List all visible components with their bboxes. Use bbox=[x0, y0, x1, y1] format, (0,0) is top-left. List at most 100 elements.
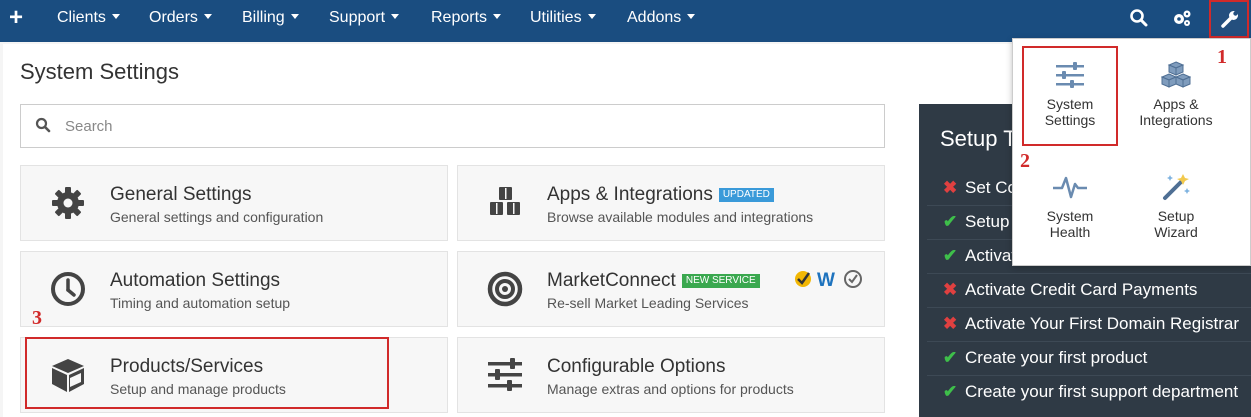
chevron-down-icon bbox=[391, 14, 400, 20]
task-label: Setup bbox=[965, 212, 1010, 231]
setup-task-item[interactable]: ✔ Activat bbox=[943, 246, 1016, 266]
nav-support-label: Support bbox=[329, 9, 386, 26]
highlight-box-system-settings bbox=[1022, 46, 1118, 146]
wrench-icon bbox=[1221, 11, 1238, 28]
search-field[interactable] bbox=[20, 104, 885, 148]
tile-marketconnect[interactable]: MarketConnect NEW SERVICE Re-sell Market … bbox=[457, 251, 885, 327]
nav-clients-label: Clients bbox=[57, 9, 106, 26]
tile-title: Apps & Integrations bbox=[547, 184, 713, 205]
gears-icon[interactable] bbox=[1172, 8, 1192, 28]
tile-title-row: Apps & Integrations UPDATED bbox=[547, 184, 774, 206]
tile-description: Manage extras and options for products bbox=[547, 381, 794, 397]
tile-description: Re-sell Market Leading Services bbox=[547, 295, 749, 311]
cubes-icon bbox=[490, 187, 520, 215]
divider bbox=[927, 307, 1251, 308]
gear-icon bbox=[52, 187, 84, 219]
chevron-down-icon bbox=[290, 14, 299, 20]
cross-icon: ✖ bbox=[943, 280, 958, 299]
setup-task-item[interactable]: ✖ Activate Credit Card Payments bbox=[943, 280, 1197, 300]
updated-badge: UPDATED bbox=[718, 187, 774, 202]
tile-configurable-options[interactable]: Configurable Options Manage extras and o… bbox=[457, 337, 885, 413]
divider bbox=[927, 273, 1251, 274]
check-icon: ✔ bbox=[943, 212, 958, 231]
task-label: Create your first product bbox=[965, 348, 1148, 367]
nav-billing-menu[interactable]: Billing bbox=[242, 0, 299, 36]
tile-description: Browse available modules and integration… bbox=[547, 209, 814, 225]
sliders-icon bbox=[488, 358, 522, 391]
tile-title: Automation Settings bbox=[110, 270, 281, 291]
tile-automation-settings[interactable]: Automation Settings Timing and automatio… bbox=[20, 251, 448, 327]
setup-task-item[interactable]: ✔ Create your first support department bbox=[943, 382, 1238, 402]
nav-reports-label: Reports bbox=[431, 9, 488, 26]
setup-panel-title: Setup T bbox=[940, 126, 1017, 151]
pulse-icon bbox=[1053, 176, 1087, 199]
task-label: Set Co bbox=[965, 178, 1017, 197]
dropdown-item-line2: Wizard bbox=[1154, 224, 1198, 240]
cross-icon: ✖ bbox=[943, 314, 958, 333]
chevron-down-icon bbox=[687, 14, 696, 20]
annotation-number-2: 2 bbox=[1020, 150, 1030, 172]
tile-title-row: MarketConnect NEW SERVICE bbox=[547, 270, 760, 292]
dropdown-item-system-health[interactable]: System Health bbox=[1020, 173, 1120, 240]
nav-addons-label: Addons bbox=[627, 9, 682, 26]
search-input[interactable] bbox=[65, 115, 845, 137]
task-label: Activate Credit Card Payments bbox=[965, 280, 1198, 299]
setup-task-item[interactable]: ✖ Activate Your First Domain Registrar bbox=[943, 314, 1239, 334]
check-icon: ✔ bbox=[943, 348, 958, 367]
task-label: Create your first support department bbox=[965, 382, 1239, 401]
nav-utilities-menu[interactable]: Utilities bbox=[530, 0, 596, 36]
page-title: System Settings bbox=[20, 59, 179, 84]
dropdown-item-line1: System bbox=[1046, 208, 1094, 224]
highlight-box-products bbox=[25, 337, 389, 409]
dropdown-item-line1: Apps & bbox=[1153, 96, 1199, 112]
nav-billing-label: Billing bbox=[242, 9, 285, 26]
dropdown-item-line2: Integrations bbox=[1139, 112, 1213, 128]
annotation-number-3: 3 bbox=[32, 307, 42, 329]
chevron-down-icon bbox=[203, 14, 212, 20]
magic-wand-icon bbox=[1163, 174, 1190, 200]
search-icon[interactable] bbox=[1129, 8, 1149, 28]
task-label: Activat bbox=[965, 246, 1017, 265]
tile-title: MarketConnect bbox=[547, 270, 676, 291]
task-label: Activate Your First Domain Registrar bbox=[965, 314, 1239, 333]
divider bbox=[927, 341, 1251, 342]
bullseye-icon bbox=[487, 271, 523, 307]
annotation-number-1: 1 bbox=[1217, 46, 1227, 68]
tile-description: Timing and automation setup bbox=[110, 295, 291, 311]
nav-support-menu[interactable]: Support bbox=[329, 0, 400, 36]
check-icon: ✔ bbox=[943, 382, 958, 401]
cross-icon: ✖ bbox=[943, 178, 958, 197]
partner-logos-icon: W bbox=[795, 270, 862, 290]
chevron-down-icon bbox=[493, 14, 502, 20]
svg-text:W: W bbox=[817, 270, 835, 290]
clock-icon bbox=[51, 272, 85, 306]
setup-task-item[interactable]: ✔ Create your first product bbox=[943, 348, 1147, 368]
admin-setup-button[interactable] bbox=[1209, 0, 1249, 38]
add-new-button[interactable]: + bbox=[9, 3, 23, 33]
nav-reports-menu[interactable]: Reports bbox=[431, 0, 502, 36]
dropdown-item-line2: Health bbox=[1049, 224, 1091, 240]
divider bbox=[927, 375, 1251, 376]
tile-title: Configurable Options bbox=[547, 356, 726, 377]
chevron-down-icon bbox=[587, 14, 596, 20]
dropdown-item-line1: Setup bbox=[1157, 208, 1195, 224]
nav-clients-menu[interactable]: Clients bbox=[57, 0, 120, 36]
tile-general-settings[interactable]: General Settings General settings and co… bbox=[20, 165, 448, 241]
tile-description: General settings and configuration bbox=[110, 209, 324, 225]
tile-title: General Settings bbox=[110, 184, 252, 205]
dropdown-item-setup-wizard[interactable]: Setup Wizard bbox=[1126, 173, 1226, 240]
chevron-down-icon bbox=[111, 14, 120, 20]
dropdown-item-apps-integrations[interactable]: Apps & Integrations bbox=[1126, 61, 1226, 128]
tile-apps-integrations[interactable]: Apps & Integrations UPDATED Browse availa… bbox=[457, 165, 885, 241]
nav-utilities-label: Utilities bbox=[530, 9, 582, 26]
setup-task-item[interactable]: ✖ Set Co bbox=[943, 178, 1017, 198]
cubes-icon bbox=[1161, 61, 1191, 88]
check-icon: ✔ bbox=[943, 246, 958, 265]
top-navbar: + Clients Orders Billing Support Reports… bbox=[0, 0, 1251, 42]
nav-orders-label: Orders bbox=[149, 9, 198, 26]
nav-addons-menu[interactable]: Addons bbox=[627, 0, 696, 36]
setup-task-item[interactable]: ✔ Setup bbox=[943, 212, 1009, 232]
new-service-badge: NEW SERVICE bbox=[681, 273, 760, 288]
nav-orders-menu[interactable]: Orders bbox=[149, 0, 212, 36]
search-icon bbox=[35, 117, 51, 133]
